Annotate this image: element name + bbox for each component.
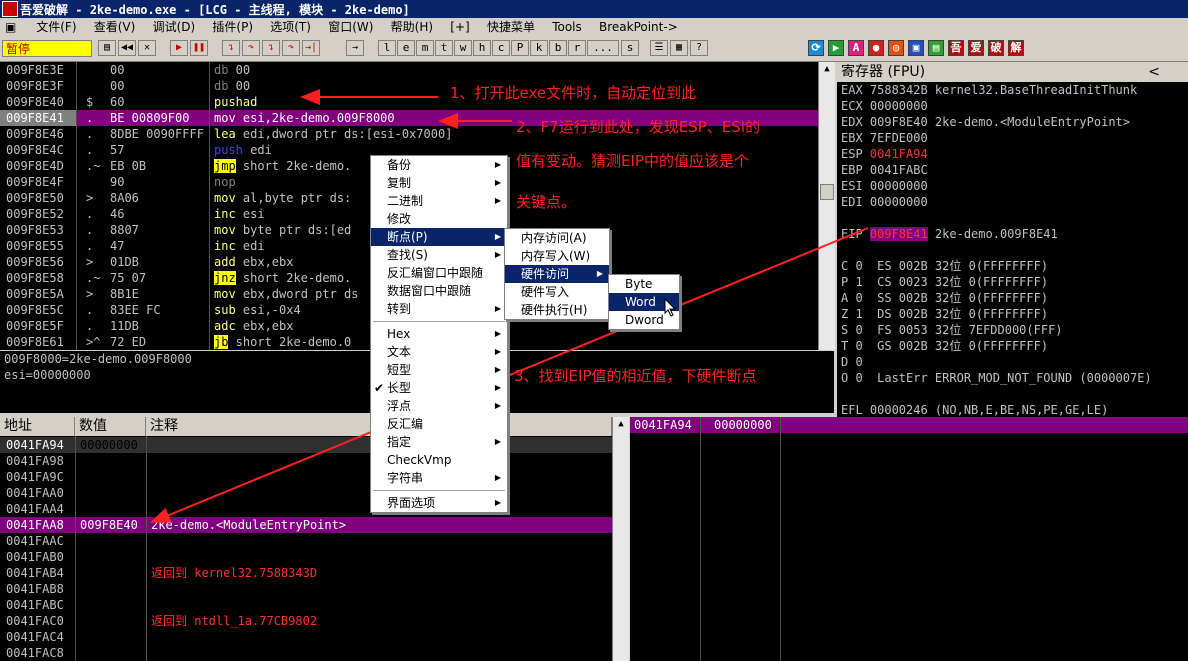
menu-separator <box>373 321 505 322</box>
breakpoint-menu-item[interactable]: 内存访问(A) <box>505 229 609 247</box>
context-menu-item-label: 浮点 <box>387 399 412 413</box>
context-menu-item[interactable]: 长型 ✔ ▶ <box>371 379 507 397</box>
breakpoint-menu-item[interactable]: 硬件执行(H) <box>505 301 609 319</box>
breakpoint-menu-item-label: 硬件访问 <box>521 267 570 281</box>
submenu-arrow-icon: ▶ <box>494 498 501 507</box>
context-menu-item-label: 修改 <box>387 212 412 226</box>
context-menu-item-label: 断点(P) <box>387 230 428 244</box>
context-menu-item[interactable]: 查找(S) ▶ <box>371 246 507 264</box>
context-menu-item-label: 转到 <box>387 302 412 316</box>
size-menu-item-label: Dword <box>625 313 664 327</box>
context-menu[interactable]: 备份 ▶ 复制 ▶ 二进制 ▶ 修改 断点(P) ▶ 查找(S) ▶ 反汇编窗口中跟随 数据窗口中跟随转… <box>370 155 508 513</box>
size-menu-item-label: Byte <box>625 277 653 291</box>
submenu-arrow-icon: ▶ <box>494 196 501 205</box>
context-menu-item-label: 反汇编窗口中跟随 <box>387 266 484 280</box>
submenu-arrow-icon: ▶ <box>494 401 501 410</box>
breakpoint-menu-item[interactable]: 硬件访问 ▶ <box>505 265 609 283</box>
submenu-arrow-icon: ▶ <box>494 250 501 259</box>
mouse-cursor-icon <box>664 298 677 317</box>
context-menu-item-label: 复制 <box>387 176 412 190</box>
submenu-arrow-icon: ▶ <box>494 232 501 241</box>
context-menu-item-label: 短型 <box>387 363 412 377</box>
breakpoint-menu-item-label: 内存写入(W) <box>521 249 591 263</box>
context-menu-item-label: 二进制 <box>387 194 424 208</box>
submenu-arrow-icon: ▶ <box>494 178 501 187</box>
menu-separator <box>373 490 505 491</box>
context-menu-item-label: 长型 <box>387 381 412 395</box>
context-menu-item-label: 字符串 <box>387 471 424 485</box>
context-menu-item[interactable]: 转到 ▶ <box>371 300 507 318</box>
breakpoint-menu-item-label: 内存访问(A) <box>521 231 587 245</box>
submenu-arrow-icon: ▶ <box>494 365 501 374</box>
context-menu-item[interactable]: 短型 ▶ <box>371 361 507 379</box>
breakpoint-menu-item[interactable]: 硬件写入 <box>505 283 609 301</box>
context-menu-item[interactable]: 复制 ▶ <box>371 174 507 192</box>
context-menu-item[interactable]: 指定 ▶ <box>371 433 507 451</box>
context-menu-item[interactable]: Hex ▶ <box>371 325 507 343</box>
submenu-arrow-icon: ▶ <box>494 347 501 356</box>
context-menu-item-label: CheckVmp <box>387 453 452 467</box>
context-menu-item-label: 备份 <box>387 158 412 172</box>
size-menu-item-label: Word <box>625 295 656 309</box>
submenu-arrow-icon: ▶ <box>494 437 501 446</box>
context-menu-item[interactable]: 界面选项 ▶ <box>371 494 507 512</box>
context-menu-item-label: 指定 <box>387 435 412 449</box>
submenu-arrow-icon: ▶ <box>494 383 501 392</box>
context-menu-item[interactable]: CheckVmp <box>371 451 507 469</box>
context-menu-item[interactable]: 反汇编窗口中跟随 <box>371 264 507 282</box>
submenu-arrow-icon: ▶ <box>596 269 603 278</box>
context-menu-item[interactable]: 浮点 ▶ <box>371 397 507 415</box>
breakpoint-menu-item-label: 硬件写入 <box>521 285 570 299</box>
context-menu-item-label: 文本 <box>387 345 412 359</box>
context-menu-item-label: Hex <box>387 327 411 341</box>
breakpoint-submenu[interactable]: 内存访问(A) 内存写入(W) 硬件访问 ▶ 硬件写入硬件执行(H) <box>504 228 610 320</box>
size-menu-item[interactable]: Byte <box>609 275 679 293</box>
annotation-arrows <box>150 89 869 523</box>
context-menu-item-label: 界面选项 <box>387 496 436 510</box>
context-menu-item[interactable]: 修改 <box>371 210 507 228</box>
context-menu-item[interactable]: 字符串 ▶ <box>371 469 507 487</box>
context-menu-item-label: 数据窗口中跟随 <box>387 284 472 298</box>
context-menu-item[interactable]: 二进制 ▶ <box>371 192 507 210</box>
context-menu-item-label: 查找(S) <box>387 248 428 262</box>
context-menu-item[interactable]: 反汇编 <box>371 415 507 433</box>
context-menu-item-label: 反汇编 <box>387 417 424 431</box>
submenu-arrow-icon: ▶ <box>494 473 501 482</box>
submenu-arrow-icon: ▶ <box>494 160 501 169</box>
breakpoint-menu-item-label: 硬件执行(H) <box>521 303 588 317</box>
context-menu-item[interactable]: 文本 ▶ <box>371 343 507 361</box>
context-menu-item[interactable]: 断点(P) ▶ <box>371 228 507 246</box>
context-menu-item[interactable]: 备份 ▶ <box>371 156 507 174</box>
breakpoint-menu-item[interactable]: 内存写入(W) <box>505 247 609 265</box>
context-menu-item[interactable]: 数据窗口中跟随 <box>371 282 507 300</box>
submenu-arrow-icon: ▶ <box>494 329 501 338</box>
check-icon: ✔ <box>374 381 385 395</box>
submenu-arrow-icon: ▶ <box>494 304 501 313</box>
